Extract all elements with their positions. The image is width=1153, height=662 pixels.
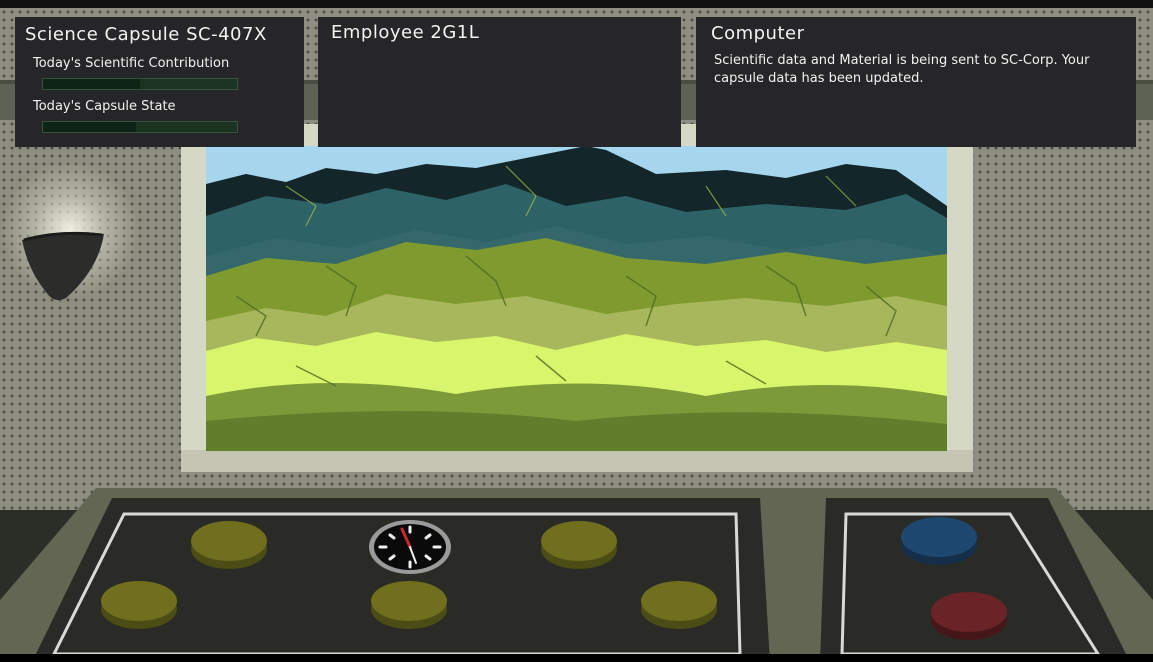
yellow-button-1[interactable] <box>190 519 268 571</box>
contribution-bar <box>42 78 238 90</box>
game-scene: Science Capsule SC-407X Today's Scientif… <box>0 0 1153 662</box>
contribution-bar-fill <box>43 79 140 89</box>
yellow-button-5[interactable] <box>640 579 718 631</box>
yellow-button-2[interactable] <box>540 519 618 571</box>
contribution-label: Today's Scientific Contribution <box>33 56 230 71</box>
landscape-view <box>206 146 947 451</box>
yellow-button-4[interactable] <box>370 579 448 631</box>
wall-lamp-icon <box>20 230 106 304</box>
computer-message: Scientific data and Material is being se… <box>714 53 1090 86</box>
capsule-title: Science Capsule SC-407X <box>25 24 267 45</box>
top-border <box>0 0 1153 8</box>
red-button[interactable] <box>930 590 1008 642</box>
employee-title: Employee 2G1L <box>331 22 480 43</box>
employee-panel: Employee 2G1L <box>318 17 681 147</box>
gauge-clock-icon <box>368 519 452 575</box>
computer-title: Computer <box>711 23 805 44</box>
bottom-border <box>0 654 1153 662</box>
capsule-state-bar-fill <box>43 122 137 132</box>
blue-button[interactable] <box>900 515 978 567</box>
capsule-state-bar <box>42 121 238 133</box>
window-ledge <box>181 450 973 472</box>
yellow-button-3[interactable] <box>100 579 178 631</box>
computer-panel: Computer Scientific data and Material is… <box>696 17 1136 147</box>
capsule-status-panel: Science Capsule SC-407X Today's Scientif… <box>15 17 304 147</box>
capsule-state-label: Today's Capsule State <box>33 99 176 114</box>
